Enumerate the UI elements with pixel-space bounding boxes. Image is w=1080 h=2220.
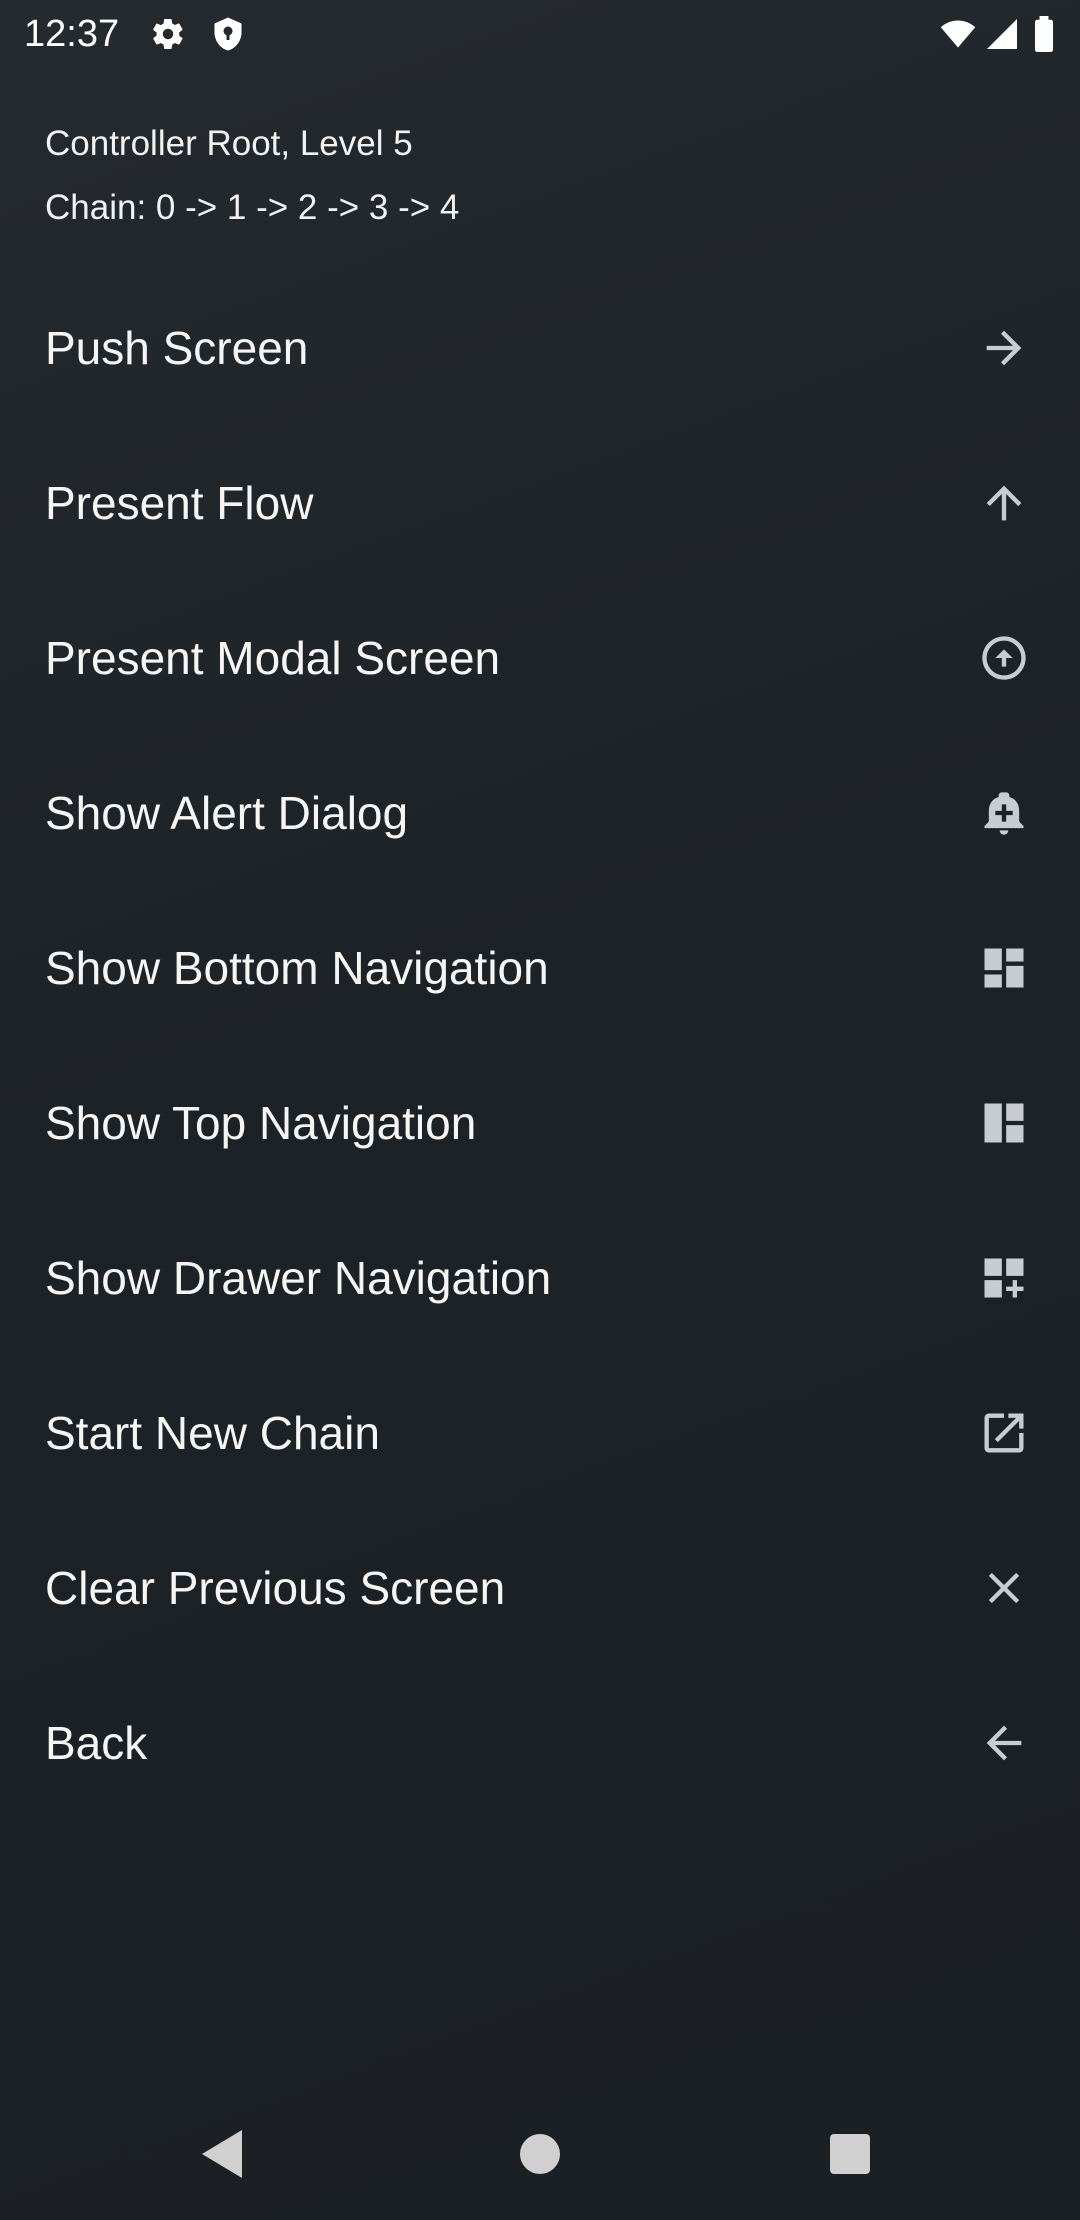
start-new-chain-item[interactable]: Start New Chain (0, 1355, 1080, 1510)
status-bar: 12:37 (0, 0, 1080, 70)
arrow-back-icon (978, 1717, 1030, 1769)
dashboard-icon (978, 942, 1030, 994)
show-top-navigation-item[interactable]: Show Top Navigation (0, 1045, 1080, 1200)
battery-icon (1030, 16, 1058, 52)
back-triangle-icon[interactable] (186, 2114, 266, 2194)
wifi-icon (938, 16, 978, 52)
show-drawer-navigation-item[interactable]: Show Drawer Navigation (0, 1200, 1080, 1355)
menu-item-label: Start New Chain (45, 1406, 380, 1459)
close-icon (978, 1562, 1030, 1614)
system-nav-bar (0, 2090, 1080, 2220)
action-menu: Push Screen Present Flow Present Modal S… (0, 270, 1080, 1820)
home-circle-icon[interactable] (500, 2114, 580, 2194)
app-screen: 12:37 Controller Root, Level 5 Chain: 0 … (0, 0, 1080, 2220)
menu-item-label: Present Flow (45, 476, 314, 529)
show-bottom-navigation-item[interactable]: Show Bottom Navigation (0, 890, 1080, 1045)
view-quilt-icon (978, 1097, 1030, 1149)
arrow-circle-up-icon (978, 632, 1030, 684)
chain-text: Chain: 0 -> 1 -> 2 -> 3 -> 4 (45, 188, 460, 227)
show-alert-dialog-item[interactable]: Show Alert Dialog (0, 735, 1080, 890)
menu-item-label: Clear Previous Screen (45, 1561, 506, 1614)
recents-square-icon[interactable] (810, 2114, 890, 2194)
dashboard-add-icon (978, 1252, 1030, 1304)
shield-icon (210, 16, 246, 52)
present-flow-item[interactable]: Present Flow (0, 425, 1080, 580)
settings-icon (150, 16, 186, 52)
clear-previous-screen-item[interactable]: Clear Previous Screen (0, 1510, 1080, 1665)
add-alert-icon (978, 787, 1030, 839)
menu-item-label: Show Alert Dialog (45, 786, 409, 839)
arrow-forward-icon (978, 322, 1030, 374)
menu-item-label: Push Screen (45, 321, 309, 374)
open-in-new-icon (978, 1407, 1030, 1459)
status-time: 12:37 (24, 13, 120, 55)
push-screen-item[interactable]: Push Screen (0, 270, 1080, 425)
menu-item-label: Show Drawer Navigation (45, 1251, 552, 1304)
arrow-upward-icon (978, 477, 1030, 529)
signal-icon (984, 16, 1020, 52)
present-modal-screen-item[interactable]: Present Modal Screen (0, 580, 1080, 735)
level-info: Controller Root, Level 5 Chain: 0 -> 1 -… (45, 112, 945, 240)
back-item[interactable]: Back (0, 1665, 1080, 1820)
menu-item-label: Present Modal Screen (45, 631, 501, 684)
menu-item-label: Show Top Navigation (45, 1096, 477, 1149)
menu-item-label: Back (45, 1716, 148, 1769)
menu-item-label: Show Bottom Navigation (45, 941, 549, 994)
controller-title: Controller Root, Level 5 (45, 124, 413, 163)
